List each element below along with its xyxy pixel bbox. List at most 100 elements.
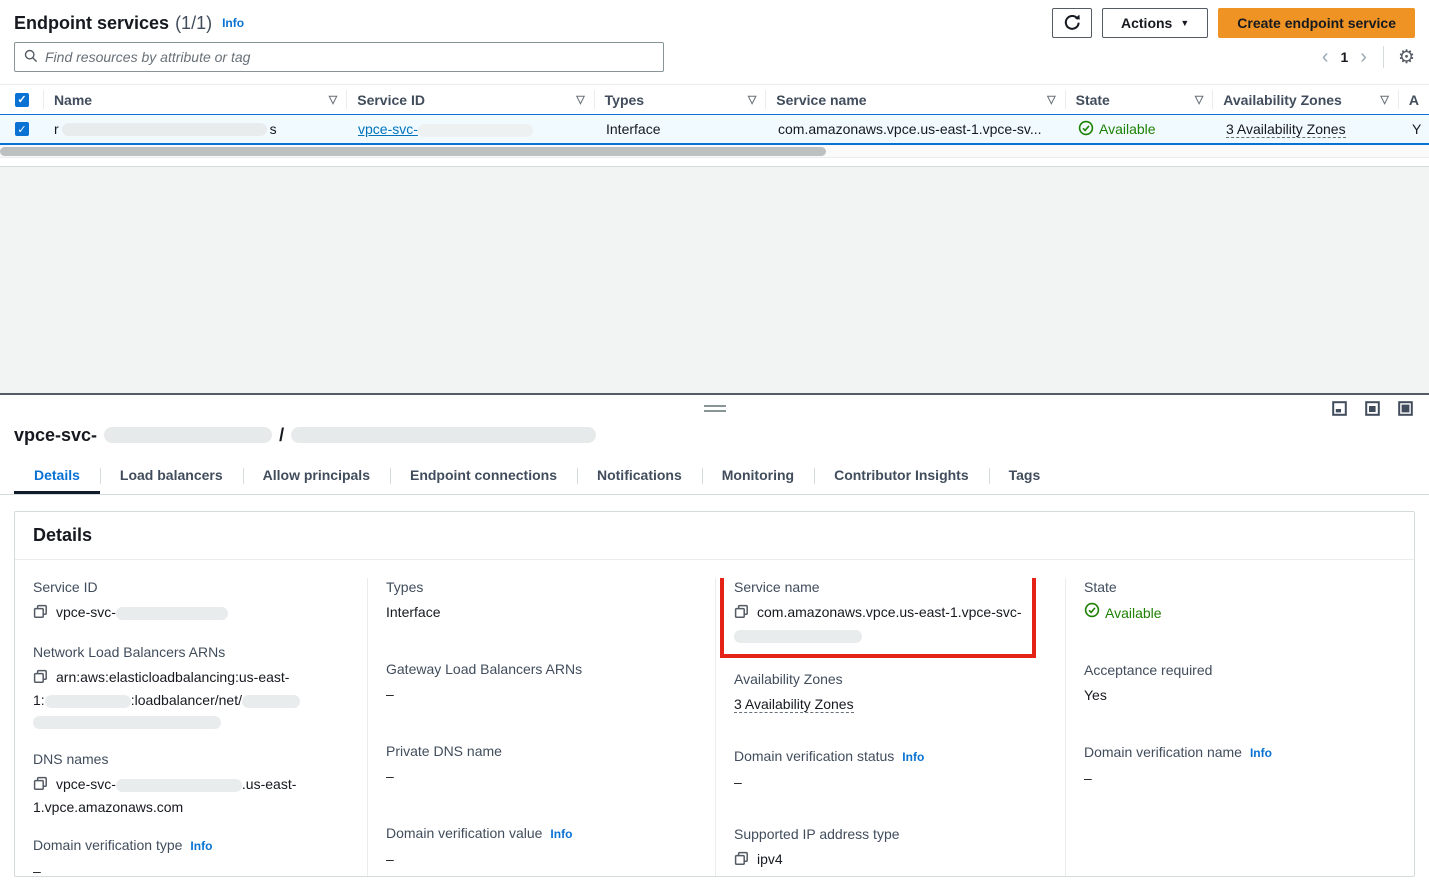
copy-icon[interactable] [33,671,48,687]
column-header-service-id[interactable]: Service ID ▽ [347,85,594,114]
panel-position-full-icon[interactable] [1398,401,1413,416]
availability-zones-popover-trigger[interactable]: 3 Availability Zones [734,696,854,713]
column-header-availability-zones[interactable]: Availability Zones ▽ [1213,85,1399,114]
row-state-cell: Available [1068,120,1216,139]
info-link[interactable]: Info [190,839,212,853]
create-endpoint-service-button[interactable]: Create endpoint service [1218,8,1415,38]
endpoint-services-table: ✓ Name ▽ Service ID ▽ Types ▽ Service na… [0,84,1429,166]
panel-tabs: Details Load balancers Allow principals … [0,457,1429,495]
search-input[interactable] [45,49,654,65]
row-types-cell: Interface [596,121,768,137]
column-header-name[interactable]: Name ▽ [44,85,347,114]
field-availability-zones: Availability Zones 3 Availability Zones [734,670,1047,715]
column-header-acceptance-truncated[interactable]: A [1399,85,1429,114]
info-link[interactable]: Info [902,750,924,764]
table-settings-gear-icon[interactable]: ⚙ [1398,48,1415,67]
panel-resize-handle[interactable] [704,405,726,412]
column-header-state[interactable]: State ▽ [1066,85,1214,114]
select-all-cell: ✓ [0,85,44,114]
content-background [0,166,1429,393]
availability-zones-popover-trigger[interactable]: 3 Availability Zones [1226,121,1346,138]
redacted-value [116,607,228,620]
tab-tags[interactable]: Tags [989,457,1061,494]
horizontal-scrollbar-thumb[interactable] [0,147,826,156]
redacted-lb-id [33,716,221,729]
field-service-id: Service ID vpce-svc- [33,578,349,625]
next-page-icon[interactable]: › [1358,47,1369,67]
header-actions: Actions ▼ Create endpoint service [1052,8,1415,38]
column-header-service-name[interactable]: Service name ▽ [766,85,1065,114]
select-all-checkbox[interactable]: ✓ [15,93,29,107]
column-header-types[interactable]: Types ▽ [595,85,767,114]
sort-icon[interactable]: ▽ [329,93,337,106]
search-icon [24,49,38,66]
redacted-service-id [418,124,533,137]
info-link[interactable]: Info [1250,746,1272,760]
details-card-body: Service ID vpce-svc- Network Load Balanc… [15,560,1414,877]
row-service-id-cell: vpce-svc- [348,121,596,137]
tab-load-balancers[interactable]: Load balancers [100,457,243,494]
caret-down-icon: ▼ [1180,18,1189,28]
details-column-4: State Available Acceptance required [1066,578,1414,877]
table-footer-spacer [0,158,1429,166]
details-card-title: Details [15,512,1414,560]
current-page[interactable]: 1 [1340,49,1348,65]
tab-allow-principals[interactable]: Allow principals [243,457,390,494]
panel-position-bottom-icon[interactable] [1332,401,1347,416]
sort-icon[interactable]: ▽ [1195,93,1203,106]
tab-notifications[interactable]: Notifications [577,457,702,494]
search-box[interactable] [14,42,664,72]
sort-icon[interactable]: ▽ [576,93,584,106]
page-title: Endpoint services [14,13,169,34]
refresh-button[interactable] [1052,8,1092,38]
previous-page-icon[interactable]: ‹ [1320,47,1331,67]
sort-icon[interactable]: ▽ [748,93,756,106]
split-panel-header-bar [0,395,1429,421]
refresh-icon [1063,13,1081,34]
copy-icon[interactable] [33,778,48,794]
redacted-name [62,123,267,136]
copy-icon[interactable] [33,606,48,622]
header-info-link[interactable]: Info [222,16,244,30]
table-row[interactable]: ✓ r s vpce-svc- Interface com.amazonaws.… [0,114,1429,145]
details-card: Details Service ID vpce-svc- Network Loa… [14,511,1415,877]
check-circle-icon [1084,602,1100,624]
actions-button[interactable]: Actions ▼ [1102,8,1208,38]
search-row: ‹ 1 › ⚙ [0,40,1429,84]
field-service-name: Service name com.amazonaws.vpce.us-east-… [734,578,1022,646]
table-section: Endpoint services (1/1) Info Actions ▼ [0,0,1429,166]
copy-icon[interactable] [734,853,749,869]
field-domain-verification-status: Domain verification statusInfo – [734,747,1047,793]
actions-button-label: Actions [1121,15,1172,31]
redacted-service-name-title [291,427,596,443]
service-id-link[interactable]: vpce-svc- [358,121,533,137]
redacted-service-id-title [104,427,272,443]
field-domain-verification-value: Domain verification valueInfo – [386,824,697,870]
redacted-value [116,779,242,792]
field-glb-arns: Gateway Load Balancers ARNs – [386,660,697,705]
info-link[interactable]: Info [550,827,572,841]
tab-endpoint-connections[interactable]: Endpoint connections [390,457,577,494]
horizontal-scrollbar[interactable] [0,145,1429,158]
field-domain-verification-type: Domain verification typeInfo – [33,836,349,877]
split-panel: vpce-svc- / Details Load balancers Allow… [0,393,1429,886]
sort-icon[interactable]: ▽ [1047,93,1055,106]
sort-icon[interactable]: ▽ [1380,93,1388,106]
tab-monitoring[interactable]: Monitoring [702,457,814,494]
create-button-label: Create endpoint service [1237,15,1396,31]
tab-details[interactable]: Details [14,457,100,494]
field-private-dns-name: Private DNS name – [386,742,697,787]
table-pagination: ‹ 1 › ⚙ [1320,46,1415,68]
field-domain-verification-name: Domain verification nameInfo – [1084,743,1396,789]
divider [1383,46,1384,68]
panel-title-prefix: vpce-svc- [14,425,97,446]
row-checkbox[interactable]: ✓ [15,122,29,136]
details-column-1: Service ID vpce-svc- Network Load Balanc… [15,578,368,877]
field-state: State Available [1084,578,1396,624]
copy-icon[interactable] [734,606,749,622]
tab-contributor-insights[interactable]: Contributor Insights [814,457,989,494]
panel-position-split-icon[interactable] [1365,401,1380,416]
redacted-account-id [45,695,131,708]
field-nlb-arns: Network Load Balancers ARNs arn:aws:elas… [33,643,349,732]
state-available: Available [1078,120,1156,139]
